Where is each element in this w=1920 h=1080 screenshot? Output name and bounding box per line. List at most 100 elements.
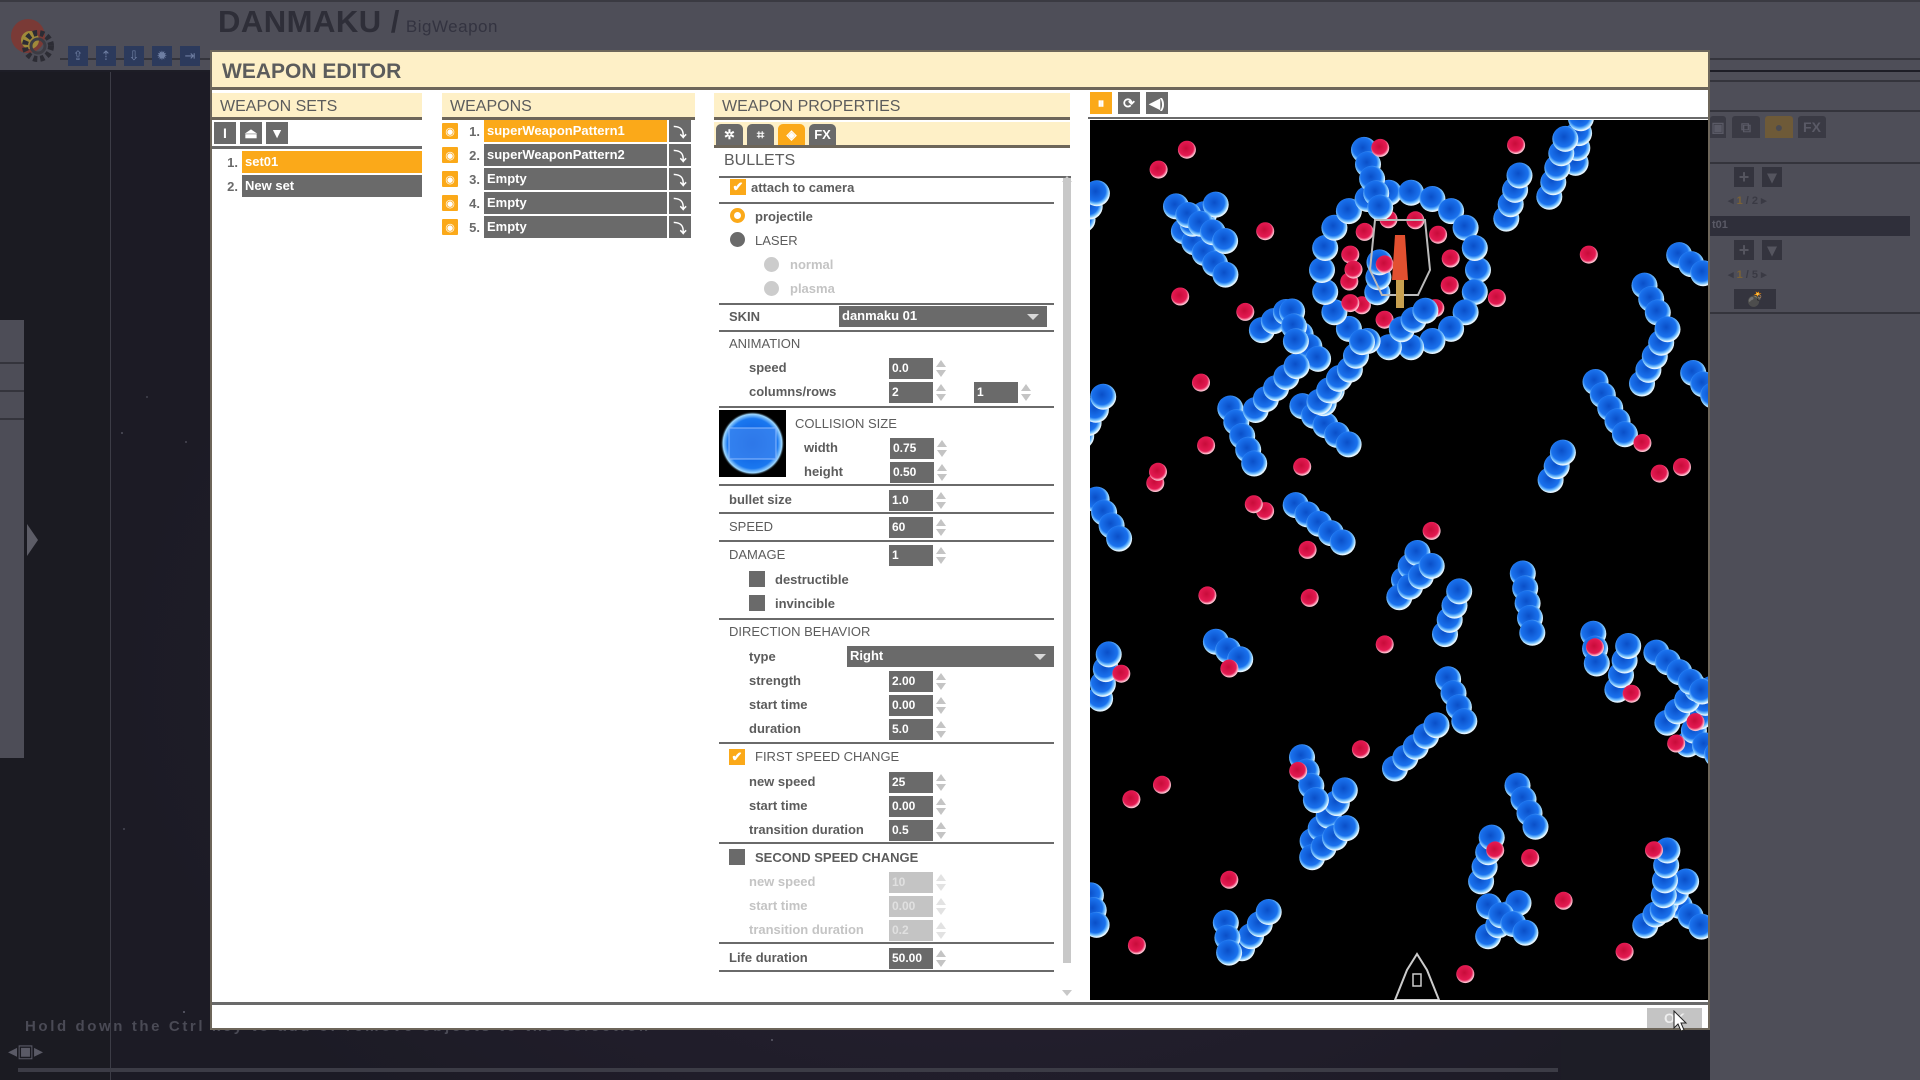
animation-speed-input[interactable]: 0.0	[889, 358, 933, 379]
direction-start-input[interactable]: 0.00	[889, 695, 933, 716]
destructible-checkbox[interactable]	[749, 571, 765, 587]
first-start-spinner[interactable]	[935, 796, 947, 817]
weapon-label[interactable]: Empty	[484, 216, 667, 238]
weapon-label[interactable]: Empty	[484, 168, 667, 190]
rename-set-button[interactable]: I	[214, 122, 236, 144]
scroll-down-icon[interactable]	[1062, 990, 1072, 996]
pause-button[interactable]: ⏸	[1090, 92, 1112, 114]
visibility-eye-icon[interactable]: ◉	[442, 219, 458, 235]
visibility-eye-icon[interactable]: ◉	[442, 147, 458, 163]
second-new-speed-input[interactable]: 10	[889, 872, 933, 893]
weapon-set-item[interactable]: 1. set01	[212, 151, 422, 173]
weapon-item[interactable]: ◉ 4. Empty ⤵	[442, 192, 691, 214]
weapon-item[interactable]: ◉ 1. superWeaponPattern1 ⤵	[442, 120, 691, 142]
tab-ai[interactable]: ✲	[716, 124, 743, 145]
weapon-item[interactable]: ◉ 3. Empty ⤵	[442, 168, 691, 190]
collision-height-spinner[interactable]	[936, 462, 948, 483]
life-duration-input[interactable]: 50.00	[889, 948, 933, 969]
damage-spinner[interactable]	[935, 545, 947, 566]
columns-input[interactable]: 2	[889, 382, 933, 403]
weapon-set-item[interactable]: 2. New set	[212, 175, 422, 197]
timeline-bar[interactable]	[18, 1068, 1558, 1072]
second-speed-change-checkbox[interactable]	[729, 849, 745, 865]
collision-width-input[interactable]: 0.75	[890, 438, 934, 459]
skin-dropdown[interactable]: danmaku 01	[839, 306, 1047, 327]
export-icon[interactable]: ⇪	[68, 46, 88, 66]
exit-icon[interactable]: ⇥	[180, 46, 200, 66]
right-tab-2[interactable]: ⧉	[1732, 116, 1760, 138]
weapon-label[interactable]: superWeaponPattern2	[484, 144, 667, 166]
load-pattern-icon[interactable]: ⤵	[669, 144, 691, 166]
rows-input[interactable]: 1	[974, 382, 1018, 403]
first-new-speed-input[interactable]: 25	[889, 772, 933, 793]
second-transition-input[interactable]: 0.2	[889, 920, 933, 941]
weapon-label[interactable]: superWeaponPattern1	[484, 120, 667, 142]
settings-gear-icon[interactable]: ✹	[152, 46, 172, 66]
direction-duration-spinner[interactable]	[935, 719, 947, 740]
columns-spinner[interactable]	[935, 382, 947, 403]
tab-fx[interactable]: FX	[809, 124, 836, 145]
load-pattern-icon[interactable]: ⤵	[669, 216, 691, 238]
speed-input[interactable]: 60	[889, 517, 933, 538]
weapon-item[interactable]: ◉ 2. superWeaponPattern2 ⤵	[442, 144, 691, 166]
direction-start-spinner[interactable]	[935, 695, 947, 716]
restart-button[interactable]: ⟳	[1118, 92, 1140, 114]
move-set-down-button[interactable]: ▼	[266, 122, 288, 144]
weapon-set-label[interactable]: New set	[242, 175, 422, 197]
trash-icon[interactable]: ▾	[1762, 167, 1782, 187]
first-start-input[interactable]: 0.00	[889, 796, 933, 817]
tab-pattern[interactable]: ⌗	[747, 124, 774, 145]
first-speed-change-checkbox[interactable]: ✔	[729, 749, 745, 765]
weapon-set-label[interactable]: set01	[242, 151, 422, 173]
scroll-up-icon[interactable]	[1062, 176, 1072, 182]
sound-button[interactable]: ◀)	[1146, 92, 1168, 114]
right-tab-fx[interactable]: FX	[1798, 116, 1826, 138]
projectile-radio[interactable]	[730, 208, 745, 223]
camera-icon[interactable]: ◂▣▸	[8, 1041, 48, 1063]
second-transition-spinner[interactable]	[935, 920, 947, 941]
laser-radio[interactable]	[730, 232, 745, 247]
strength-input[interactable]: 2.00	[889, 671, 933, 692]
visibility-eye-icon[interactable]: ◉	[442, 123, 458, 139]
life-duration-spinner[interactable]	[935, 948, 947, 969]
visibility-eye-icon[interactable]: ◉	[442, 195, 458, 211]
attach-to-camera-checkbox[interactable]: ✔	[730, 179, 746, 195]
weapon-preview-canvas[interactable]	[1090, 120, 1708, 1000]
bullet-size-spinner[interactable]	[935, 490, 947, 511]
visibility-eye-icon[interactable]: ◉	[442, 171, 458, 187]
animation-speed-spinner[interactable]	[935, 358, 947, 379]
invincible-checkbox[interactable]	[749, 595, 765, 611]
damage-input[interactable]: 1	[889, 545, 933, 566]
rows-spinner[interactable]	[1020, 382, 1032, 403]
direction-duration-input[interactable]: 5.0	[889, 719, 933, 740]
collision-height-input[interactable]: 0.50	[890, 462, 934, 483]
bomb-icon[interactable]: 💣	[1734, 289, 1776, 309]
direction-type-dropdown[interactable]: Right	[847, 646, 1054, 667]
load-pattern-icon[interactable]: ⤵	[669, 120, 691, 142]
tab-bullets[interactable]: ◈	[778, 124, 805, 145]
import-icon[interactable]: ⇡	[96, 46, 116, 66]
first-transition-spinner[interactable]	[935, 820, 947, 841]
add-icon[interactable]: +	[1734, 167, 1754, 187]
right-tab-bomb[interactable]: ●	[1765, 116, 1793, 138]
scrollbar[interactable]	[1063, 178, 1071, 963]
laser-plasma-radio[interactable]	[764, 281, 779, 296]
trash-icon[interactable]: ▾	[1762, 240, 1782, 260]
second-start-input[interactable]: 0.00	[889, 896, 933, 917]
right-tab-1[interactable]: ▣	[1710, 116, 1726, 138]
load-pattern-icon[interactable]: ⤵	[669, 192, 691, 214]
first-new-speed-spinner[interactable]	[935, 772, 947, 793]
weapon-label[interactable]: Empty	[484, 192, 667, 214]
load-pattern-icon[interactable]: ⤵	[669, 168, 691, 190]
add-icon[interactable]: +	[1734, 240, 1754, 260]
list-item[interactable]: t01	[1710, 216, 1910, 236]
second-new-speed-spinner[interactable]	[935, 872, 947, 893]
first-transition-input[interactable]: 0.5	[889, 820, 933, 841]
bullet-size-input[interactable]: 1.0	[889, 490, 933, 511]
second-start-spinner[interactable]	[935, 896, 947, 917]
weapon-item[interactable]: ◉ 5. Empty ⤵	[442, 216, 691, 238]
laser-normal-radio[interactable]	[764, 257, 779, 272]
strength-spinner[interactable]	[935, 671, 947, 692]
collision-width-spinner[interactable]	[936, 438, 948, 459]
download-icon[interactable]: ⇩	[124, 46, 144, 66]
